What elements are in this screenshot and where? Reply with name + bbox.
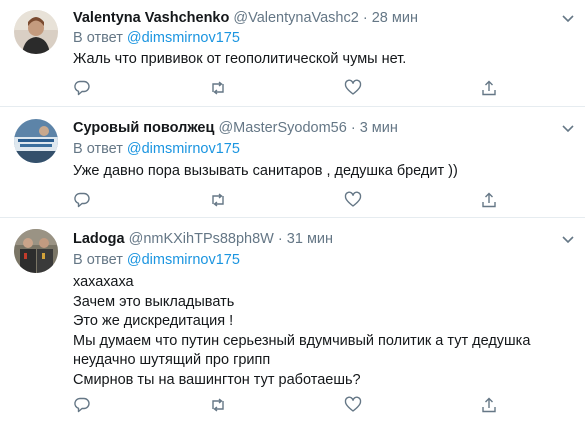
like-icon[interactable] (344, 79, 362, 97)
reply-mention-link[interactable]: @dimsmirnov175 (127, 252, 240, 268)
tweet-time[interactable]: 3 мин (360, 120, 398, 136)
tweet-time[interactable]: 31 мин (287, 231, 333, 247)
share-icon[interactable] (480, 191, 498, 209)
reply-context: В ответ @dimsmirnov175 (73, 251, 240, 269)
avatar[interactable] (14, 119, 58, 163)
user-handle[interactable]: @ValentynaVashc2 (233, 10, 358, 26)
display-name[interactable]: Ladoga (73, 231, 125, 247)
reply-icon[interactable] (73, 396, 91, 414)
separator-dot: · (350, 120, 356, 136)
share-icon[interactable] (480, 79, 498, 97)
tweet-text: Уже давно пора вызывать санитаров , деду… (73, 163, 458, 179)
tweet-header: Valentyna Vashchenko @ValentynaVashc2 · … (73, 9, 418, 27)
tweet-text: хахахаха Зачем это выкладывать Это же ди… (73, 274, 531, 388)
share-icon[interactable] (480, 396, 498, 414)
separator-dot: · (277, 231, 283, 247)
like-icon[interactable] (344, 396, 362, 414)
reply-mention-link[interactable]: @dimsmirnov175 (127, 30, 240, 46)
chevron-down-icon[interactable] (561, 232, 575, 246)
reply-mention-link[interactable]: @dimsmirnov175 (127, 141, 240, 157)
chevron-down-icon[interactable] (561, 11, 575, 25)
reply-prefix: В ответ (73, 30, 123, 46)
reply-prefix: В ответ (73, 141, 123, 157)
tweet[interactable]: Суровый поволжец @MasterSyodom56 · 3 мин… (0, 107, 585, 218)
display-name[interactable]: Valentyna Vashchenko (73, 10, 229, 26)
reply-prefix: В ответ (73, 252, 123, 268)
reply-context: В ответ @dimsmirnov175 (73, 29, 240, 47)
reply-icon[interactable] (73, 191, 91, 209)
retweet-icon[interactable] (209, 79, 227, 97)
tweet[interactable]: Valentyna Vashchenko @ValentynaVashc2 · … (0, 0, 585, 107)
chevron-down-icon[interactable] (561, 121, 575, 135)
tweet[interactable]: Ladoga @nmKXihTPs88ph8W · 31 мин В ответ… (0, 218, 585, 427)
avatar[interactable] (14, 10, 58, 54)
reply-context: В ответ @dimsmirnov175 (73, 140, 240, 158)
user-handle[interactable]: @MasterSyodom56 (218, 120, 346, 136)
display-name[interactable]: Суровый поволжец (73, 120, 214, 136)
tweet-time[interactable]: 28 мин (372, 10, 418, 26)
like-icon[interactable] (344, 191, 362, 209)
tweet-header: Суровый поволжец @MasterSyodom56 · 3 мин (73, 119, 398, 137)
separator-dot: · (362, 10, 368, 26)
tweet-text: Жаль что прививок от геополитической чум… (73, 51, 407, 67)
retweet-icon[interactable] (209, 396, 227, 414)
avatar[interactable] (14, 229, 58, 273)
tweet-header: Ladoga @nmKXihTPs88ph8W · 31 мин (73, 230, 333, 248)
user-handle[interactable]: @nmKXihTPs88ph8W (129, 231, 274, 247)
retweet-icon[interactable] (209, 191, 227, 209)
reply-icon[interactable] (73, 79, 91, 97)
